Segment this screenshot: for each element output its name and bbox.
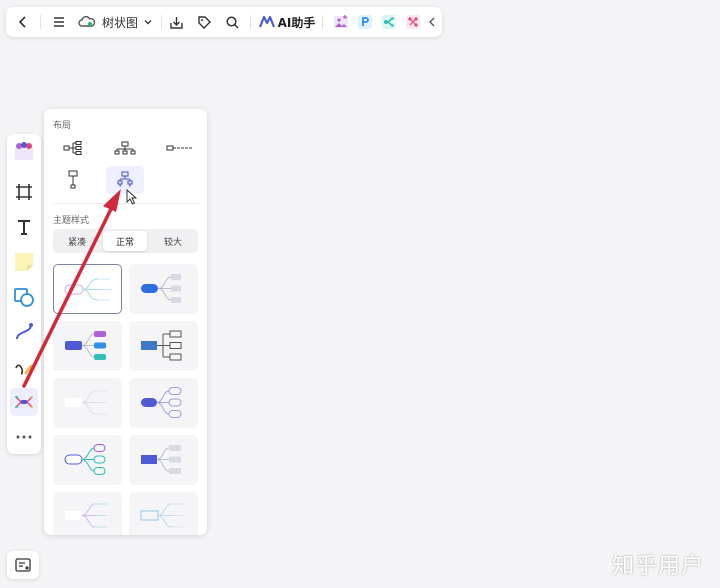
outline-view-button[interactable] <box>7 551 39 579</box>
watermark: 知乎用户 <box>612 554 705 579</box>
annotation-arrow <box>22 188 138 388</box>
mouse-cursor-icon <box>126 188 138 205</box>
outline-list-icon <box>15 558 31 572</box>
